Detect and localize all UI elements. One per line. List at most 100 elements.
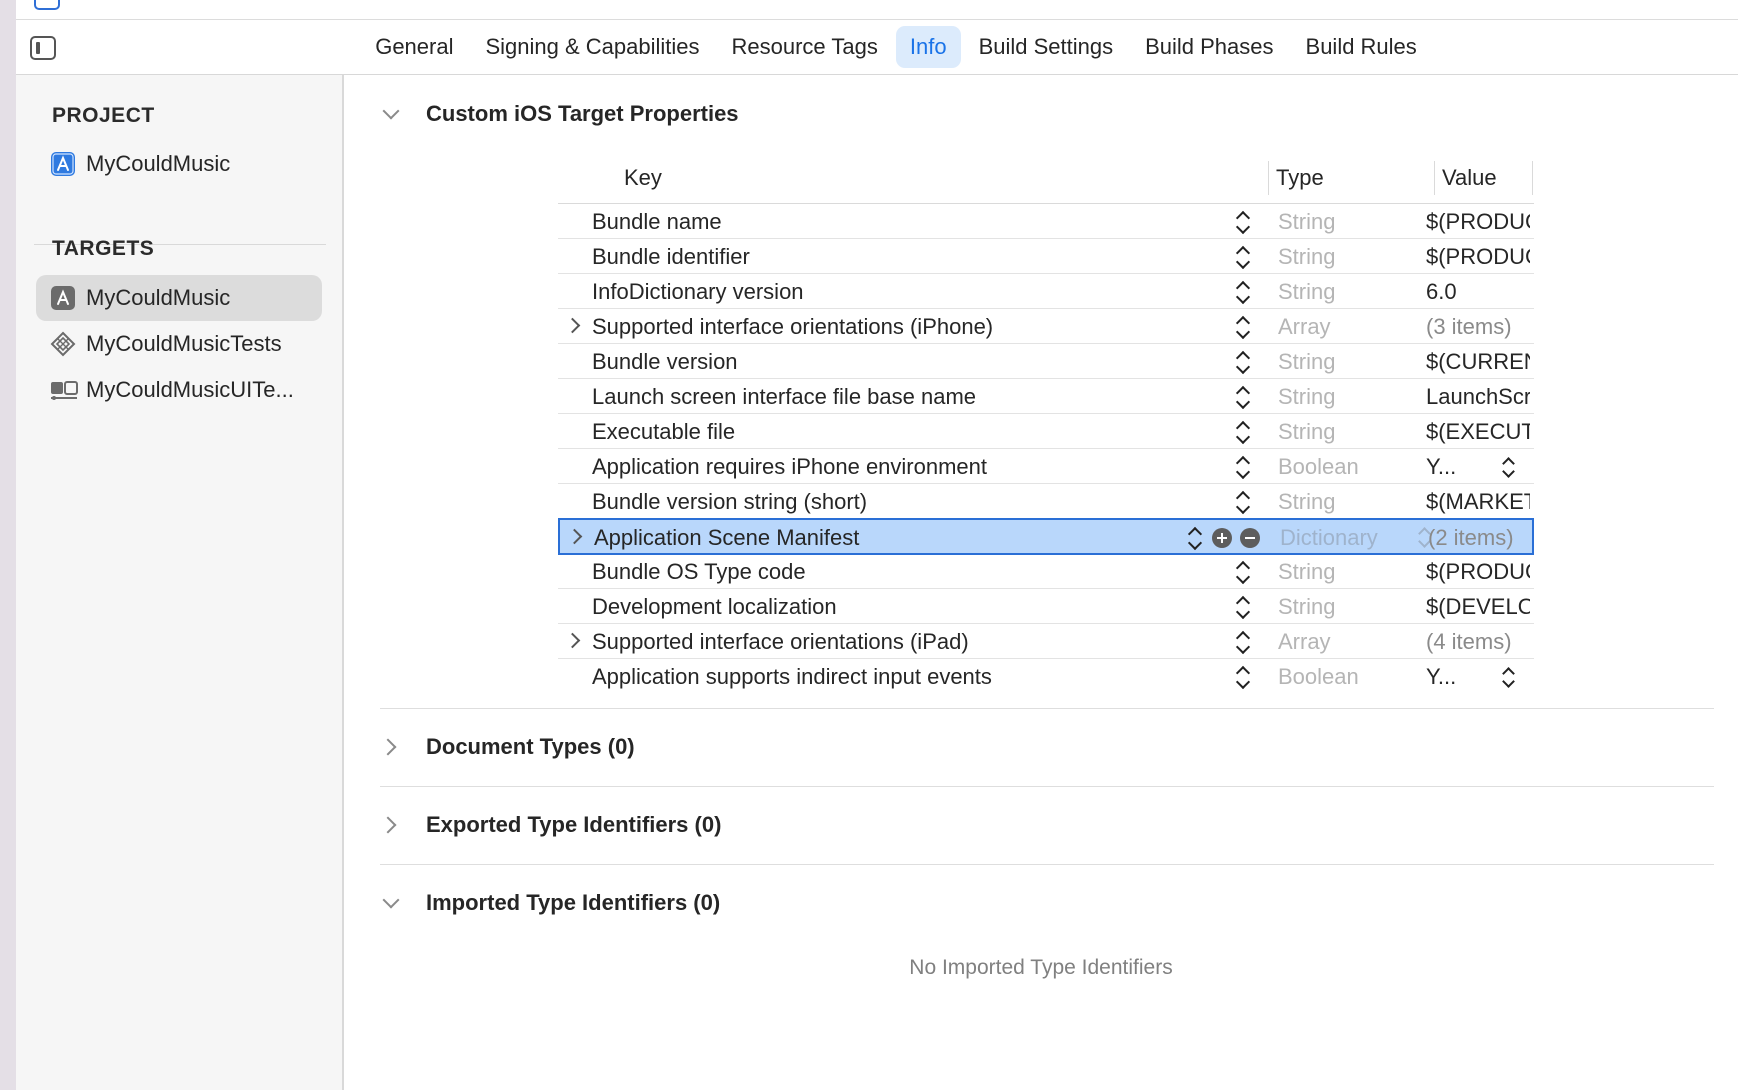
row-value[interactable]: $(EXECUTABLE_NAME) bbox=[1426, 419, 1530, 445]
empty-imported-types-note: No Imported Type Identifiers bbox=[909, 956, 1173, 979]
tab-build-phases[interactable]: Build Phases bbox=[1131, 26, 1287, 68]
group-divider bbox=[380, 864, 1714, 865]
editor-tab-bar: General Signing & Capabilities Resource … bbox=[16, 20, 1738, 75]
row-value[interactable]: $(PRODUCT_BUNDLE_IDENTIFIER) bbox=[1426, 244, 1530, 270]
exported-types-header[interactable]: Exported Type Identifiers (0) bbox=[380, 805, 721, 845]
tab-general[interactable]: General bbox=[361, 26, 467, 68]
document-types-header[interactable]: Document Types (0) bbox=[380, 727, 635, 767]
imported-types-header[interactable]: Imported Type Identifiers (0) bbox=[380, 883, 720, 923]
tab-info[interactable]: Info bbox=[895, 26, 961, 68]
row-type: Array bbox=[1278, 314, 1331, 339]
column-divider[interactable] bbox=[1434, 161, 1435, 195]
table-row[interactable]: Development localization String $(DEVELO… bbox=[558, 589, 1534, 624]
unit-test-icon bbox=[50, 331, 76, 357]
group-divider bbox=[380, 786, 1714, 787]
remove-row-icon[interactable] bbox=[1240, 528, 1260, 548]
row-value[interactable]: $(PRODUCT_NAME) bbox=[1426, 209, 1530, 235]
row-key: Bundle OS Type code bbox=[592, 559, 806, 584]
table-row[interactable]: Bundle version String $(CURRENT_PROJECT_… bbox=[558, 344, 1534, 379]
row-value[interactable]: (4 items) bbox=[1426, 629, 1530, 655]
tab-signing-capabilities[interactable]: Signing & Capabilities bbox=[471, 26, 713, 68]
key-stepper-icon[interactable] bbox=[1234, 455, 1252, 479]
column-header-key[interactable]: Key bbox=[624, 165, 662, 191]
sidebar-item-project[interactable]: MyCouldMusic bbox=[36, 141, 322, 187]
group-title: Document Types (0) bbox=[426, 734, 635, 759]
sidebar-item-label: MyCouldMusic bbox=[86, 151, 231, 176]
table-row[interactable]: Executable file String $(EXECUTABLE_NAME… bbox=[558, 414, 1534, 449]
tab-list: General Signing & Capabilities Resource … bbox=[16, 20, 1738, 74]
key-stepper-icon[interactable] bbox=[1234, 350, 1252, 374]
row-value[interactable]: LaunchScreen bbox=[1426, 384, 1530, 410]
targets-heading: TARGETS bbox=[52, 237, 155, 260]
row-value[interactable]: (2 items) bbox=[1428, 525, 1532, 551]
sidebar-item-target-app[interactable]: MyCouldMusic bbox=[36, 275, 322, 321]
xcode-target-info-editor: General Signing & Capabilities Resource … bbox=[0, 0, 1738, 1090]
column-header-type[interactable]: Type bbox=[1276, 165, 1324, 191]
custom-properties-header[interactable]: Custom iOS Target Properties bbox=[380, 94, 739, 134]
row-type: String bbox=[1278, 384, 1336, 409]
table-row[interactable]: Bundle identifier String $(PRODUCT_BUNDL… bbox=[558, 239, 1534, 274]
tab-build-rules[interactable]: Build Rules bbox=[1292, 26, 1431, 68]
table-row[interactable]: Application requires iPhone environment … bbox=[558, 449, 1534, 484]
sidebar-item-target-tests[interactable]: MyCouldMusicTests bbox=[36, 321, 322, 367]
tab-build-settings[interactable]: Build Settings bbox=[965, 26, 1128, 68]
key-stepper-icon[interactable] bbox=[1234, 210, 1252, 234]
key-stepper-icon[interactable] bbox=[1186, 526, 1204, 550]
row-key: Development localization bbox=[592, 594, 837, 619]
row-type[interactable]: Dictionary bbox=[1280, 525, 1378, 551]
table-row-selected[interactable]: Application Scene Manifest Dictionary (2… bbox=[558, 518, 1534, 555]
chevron-right-icon[interactable] bbox=[566, 315, 584, 335]
key-stepper-icon[interactable] bbox=[1234, 245, 1252, 269]
table-row[interactable]: InfoDictionary version String 6.0 bbox=[558, 274, 1534, 309]
tab-resource-tags[interactable]: Resource Tags bbox=[718, 26, 892, 68]
row-value[interactable]: $(DEVELOPMENT_LANGUAGE_REGION) bbox=[1426, 594, 1530, 620]
chevron-down-icon[interactable] bbox=[380, 892, 402, 914]
key-stepper-icon[interactable] bbox=[1234, 595, 1252, 619]
key-stepper-icon[interactable] bbox=[1234, 490, 1252, 514]
row-key: InfoDictionary version bbox=[592, 279, 804, 304]
chevron-right-icon[interactable] bbox=[568, 526, 586, 546]
table-row[interactable]: Supported interface orientations (iPad) … bbox=[558, 624, 1534, 659]
table-row[interactable]: Bundle version string (short) String $(M… bbox=[558, 484, 1534, 519]
column-divider[interactable] bbox=[1268, 161, 1269, 195]
boolean-popup[interactable]: Y... bbox=[1426, 664, 1466, 690]
key-stepper-icon[interactable] bbox=[1234, 280, 1252, 304]
window-edge bbox=[0, 0, 16, 1090]
key-stepper-icon[interactable] bbox=[1234, 385, 1252, 409]
column-header-value[interactable]: Value bbox=[1442, 165, 1497, 191]
row-type: String bbox=[1278, 244, 1336, 269]
key-stepper-icon[interactable] bbox=[1234, 630, 1252, 654]
key-stepper-icon[interactable] bbox=[1234, 420, 1252, 444]
chevron-right-icon[interactable] bbox=[566, 630, 584, 650]
row-value[interactable]: $(CURRENT_PROJECT_VERSION) bbox=[1426, 349, 1530, 375]
key-stepper-icon[interactable] bbox=[1234, 315, 1252, 339]
table-row[interactable]: Bundle OS Type code String $(PRODUCT_BUN… bbox=[558, 554, 1534, 589]
boolean-popup[interactable]: Y... bbox=[1426, 454, 1466, 480]
chevron-right-icon[interactable] bbox=[380, 814, 402, 836]
chevron-right-icon[interactable] bbox=[380, 736, 402, 758]
table-row[interactable]: Supported interface orientations (iPhone… bbox=[558, 309, 1534, 344]
row-key: Application Scene Manifest bbox=[594, 525, 860, 550]
group-title: Custom iOS Target Properties bbox=[426, 101, 739, 126]
add-row-icon[interactable] bbox=[1212, 528, 1232, 548]
table-row[interactable]: Launch screen interface file base name S… bbox=[558, 379, 1534, 414]
table-row[interactable]: Bundle name String $(PRODUCT_NAME) bbox=[558, 204, 1534, 239]
row-type: String bbox=[1278, 419, 1336, 444]
key-stepper-icon[interactable] bbox=[1234, 665, 1252, 689]
key-stepper-icon[interactable] bbox=[1234, 560, 1252, 584]
row-value[interactable]: $(PRODUCT_BUNDLE_PACKAGE_TYPE) bbox=[1426, 559, 1530, 585]
sidebar-item-target-uitests[interactable]: MyCouldMusicUITe... bbox=[36, 367, 322, 413]
project-target-sidebar: PROJECT MyCouldMusic TARGETS MyCouldMusi… bbox=[16, 75, 344, 1090]
row-value[interactable]: $(MARKETING_VERSION) bbox=[1426, 489, 1530, 515]
properties-table: Key Type Value Bundle name String $(PROD… bbox=[558, 153, 1534, 694]
row-value[interactable]: 6.0 bbox=[1426, 279, 1530, 305]
popup-stepper-icon[interactable] bbox=[1500, 666, 1518, 690]
chevron-down-icon[interactable] bbox=[380, 103, 402, 125]
table-row[interactable]: Application supports indirect input even… bbox=[558, 659, 1534, 694]
row-key: Bundle version bbox=[592, 349, 738, 374]
column-divider[interactable] bbox=[1532, 161, 1533, 195]
table-header: Key Type Value bbox=[558, 153, 1534, 204]
row-value[interactable]: (3 items) bbox=[1426, 314, 1530, 340]
popup-stepper-icon[interactable] bbox=[1500, 456, 1518, 480]
group-title: Imported Type Identifiers (0) bbox=[426, 890, 721, 915]
